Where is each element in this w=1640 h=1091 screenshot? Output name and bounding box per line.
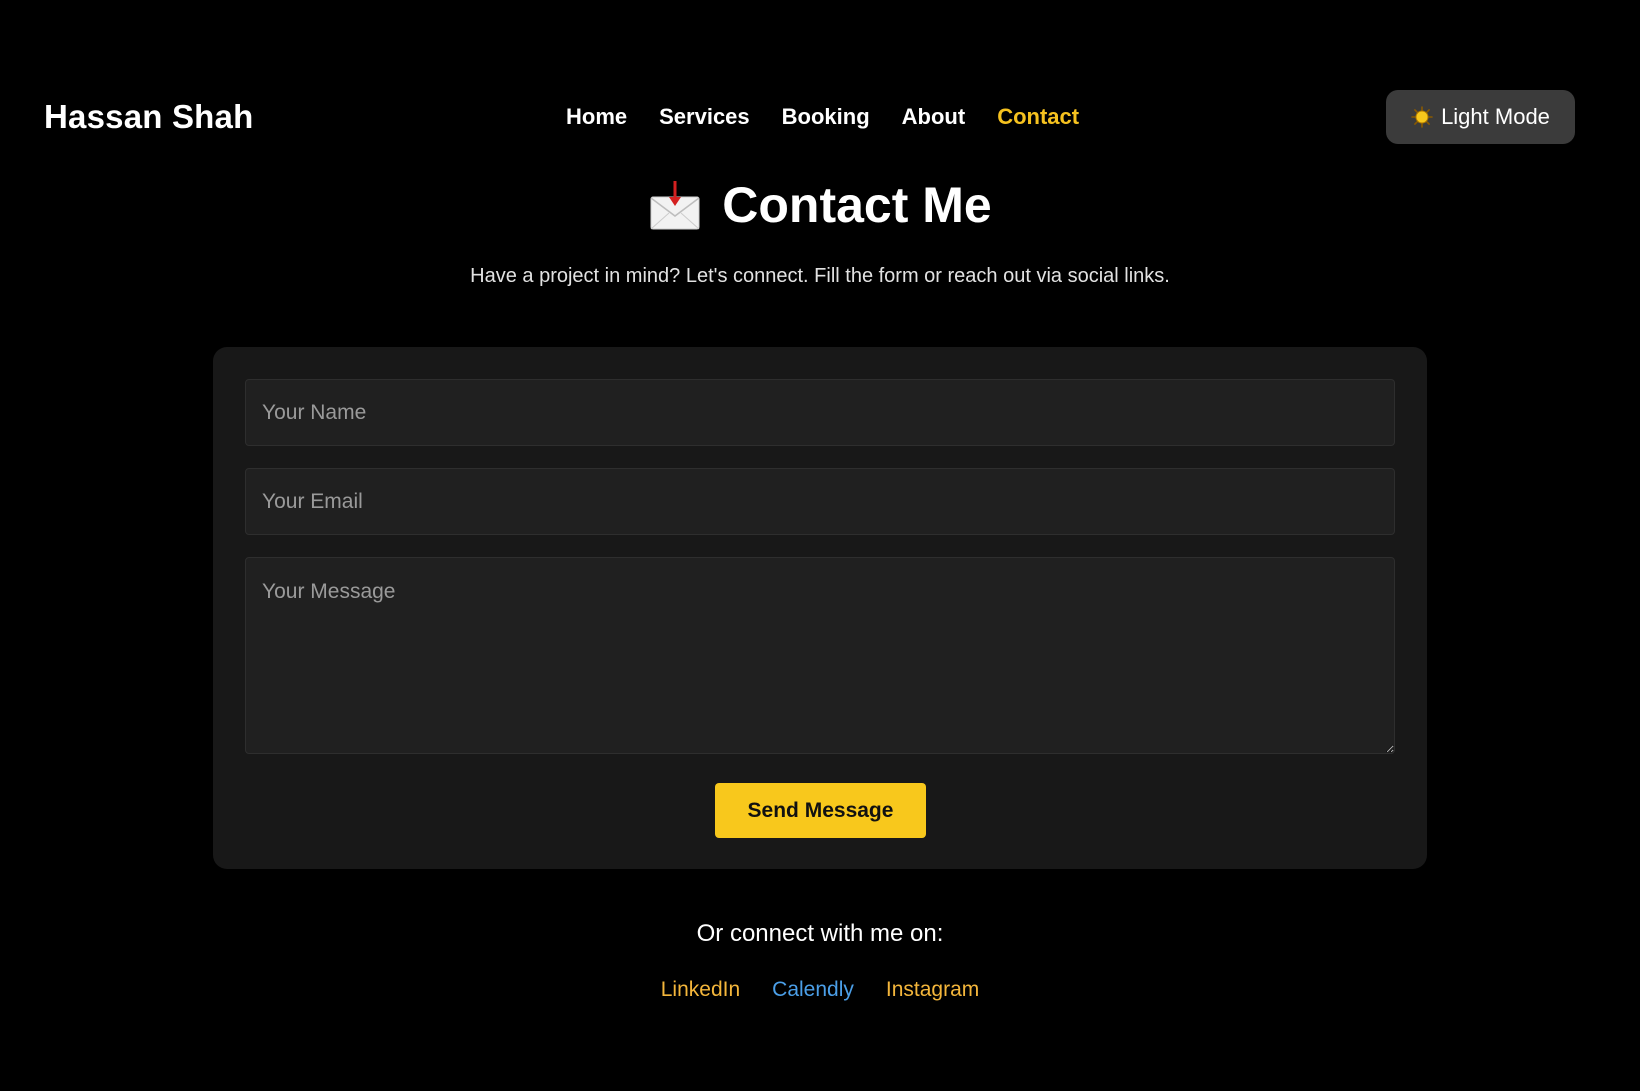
instagram-link[interactable]: Instagram	[886, 978, 979, 1002]
calendly-link[interactable]: Calendly	[772, 978, 854, 1002]
email-input[interactable]	[245, 468, 1395, 535]
site-brand[interactable]: Hassan Shah	[44, 98, 253, 136]
nav-item-about[interactable]: About	[902, 104, 966, 130]
nav-item-booking[interactable]: Booking	[782, 104, 870, 130]
page-subtitle: Have a project in mind? Let's connect. F…	[470, 265, 1170, 287]
light-mode-toggle-button[interactable]: Light Mode	[1386, 90, 1575, 144]
sun-icon	[1411, 106, 1433, 128]
social-links: LinkedIn Calendly Instagram	[0, 978, 1640, 1002]
light-mode-label: Light Mode	[1441, 104, 1550, 129]
nav-item-home[interactable]: Home	[566, 104, 627, 130]
page-title: Contact Me	[722, 177, 992, 233]
send-message-button[interactable]: Send Message	[715, 783, 926, 838]
nav-item-contact[interactable]: Contact	[997, 104, 1079, 130]
name-input[interactable]	[245, 379, 1395, 446]
connect-heading: Or connect with me on:	[696, 920, 944, 947]
contact-page: Hassan Shah Home Services Booking About …	[0, 0, 1640, 1091]
page-heading: Contact Me	[0, 176, 1640, 234]
contact-form: Send Message	[213, 347, 1427, 869]
envelope-with-arrow-icon	[648, 179, 702, 231]
message-textarea[interactable]	[245, 557, 1395, 754]
linkedin-link[interactable]: LinkedIn	[661, 978, 740, 1002]
main-nav: Home Services Booking About Contact	[566, 104, 1111, 130]
nav-item-services[interactable]: Services	[659, 104, 750, 130]
